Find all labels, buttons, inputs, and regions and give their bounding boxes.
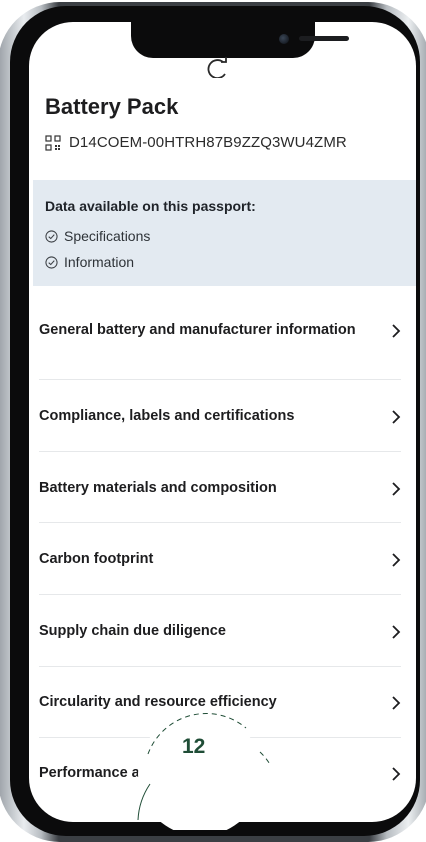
menu-item-label: Carbon footprint	[39, 551, 154, 567]
page-title: Battery Pack	[45, 94, 179, 119]
refresh-icon[interactable]	[197, 56, 235, 78]
menu-item-general-info[interactable]: General battery and manufacturer informa…	[39, 320, 401, 341]
menu-item-label: Battery materials and composition	[39, 480, 277, 496]
chevron-right-icon	[392, 624, 401, 639]
menu-item-carbon-footprint[interactable]: Carbon footprint	[39, 549, 401, 570]
menu-divider	[39, 379, 401, 380]
badge-number: 12	[182, 735, 206, 758]
menu-item-label: General battery and manufacturer informa…	[39, 322, 356, 338]
speaker-grille	[299, 36, 349, 41]
menu-divider	[39, 594, 401, 595]
menu-item-materials[interactable]: Battery materials and composition	[39, 478, 401, 499]
check-circle-icon	[45, 255, 58, 269]
front-camera-icon	[279, 34, 289, 44]
menu-divider	[39, 666, 401, 667]
passport-id: D14COEM-00HTRH87B9ZZQ3WU4ZMR	[45, 134, 347, 151]
check-circle-icon	[45, 229, 58, 243]
menu-divider	[39, 451, 401, 452]
menu-item-label: Compliance, labels and certifications	[39, 408, 295, 424]
phone-notch	[131, 22, 349, 58]
chevron-right-icon	[392, 695, 401, 710]
menu-divider	[39, 522, 401, 523]
data-item-information: Information	[45, 254, 134, 270]
chevron-right-icon	[392, 409, 401, 424]
passport-id-text: D14COEM-00HTRH87B9ZZQ3WU4ZMR	[69, 134, 347, 151]
chevron-right-icon	[392, 552, 401, 567]
chevron-right-icon	[392, 481, 401, 496]
qr-code-icon	[45, 134, 61, 151]
menu-item-compliance[interactable]: Compliance, labels and certifications	[39, 406, 401, 427]
page-badge-decoration	[137, 712, 270, 830]
data-item-specifications: Specifications	[45, 228, 150, 244]
menu-item-label: Supply chain due diligence	[39, 623, 226, 639]
chevron-right-icon	[392, 766, 401, 781]
data-available-panel: Data available on this passport: Specifi…	[33, 180, 416, 286]
chevron-right-icon	[392, 323, 401, 338]
data-available-heading: Data available on this passport:	[45, 198, 256, 214]
data-item-label: Specifications	[64, 228, 151, 244]
data-item-label: Information	[64, 254, 135, 270]
menu-item-supply-chain[interactable]: Supply chain due diligence	[39, 621, 401, 642]
